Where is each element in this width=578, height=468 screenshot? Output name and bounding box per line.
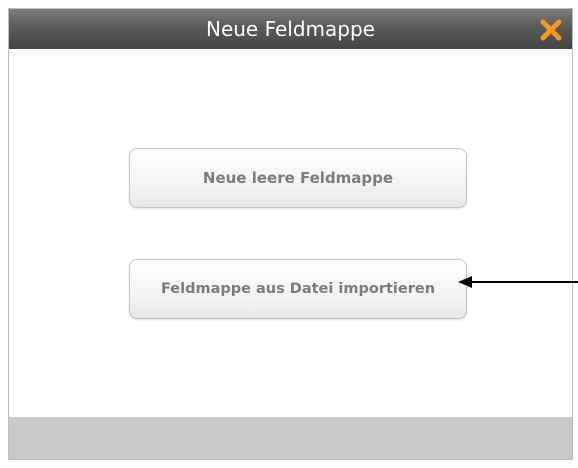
dialog-footer [9,417,572,459]
dialog-content: Neue leere Feldmappe Feldmappe aus Datei… [9,49,572,417]
dialog-title: Neue Feldmappe [205,17,375,41]
close-x-icon [540,19,562,41]
close-button[interactable] [536,15,566,45]
new-empty-fieldbook-button[interactable]: Neue leere Feldmappe [129,148,467,208]
import-fieldbook-from-file-button[interactable]: Feldmappe aus Datei importieren [129,259,467,319]
new-fieldbook-dialog: Neue Feldmappe Neue leere Feldmappe Feld… [8,8,573,460]
arrow-left-icon [458,276,578,288]
dialog-titlebar: Neue Feldmappe [9,9,572,49]
